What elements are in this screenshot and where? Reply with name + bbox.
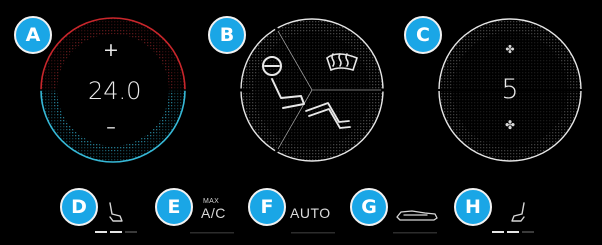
fan-dial-control[interactable] [439, 19, 581, 161]
auto-button[interactable] [288, 196, 340, 236]
badge-g: G [350, 188, 388, 226]
badge-h: H [454, 188, 492, 226]
left-seat-heat-button[interactable] [92, 196, 142, 236]
badge-a: A [14, 16, 52, 54]
badge-d: D [60, 188, 98, 226]
temperature-dial-control[interactable] [41, 18, 185, 162]
badge-e: E [155, 188, 193, 226]
rear-defrost-button[interactable] [390, 196, 442, 236]
max-ac-button[interactable] [188, 196, 238, 236]
badge-c: C [404, 16, 442, 54]
right-seat-heat-button[interactable] [494, 196, 544, 236]
badge-b: B [208, 16, 246, 54]
badge-f: F [248, 188, 286, 226]
airflow-dial-control[interactable] [241, 19, 383, 161]
climate-control-panel: + 24.0 – ✤ 5 ✤ MAX A/C AUTO A B C D E F … [0, 0, 602, 245]
